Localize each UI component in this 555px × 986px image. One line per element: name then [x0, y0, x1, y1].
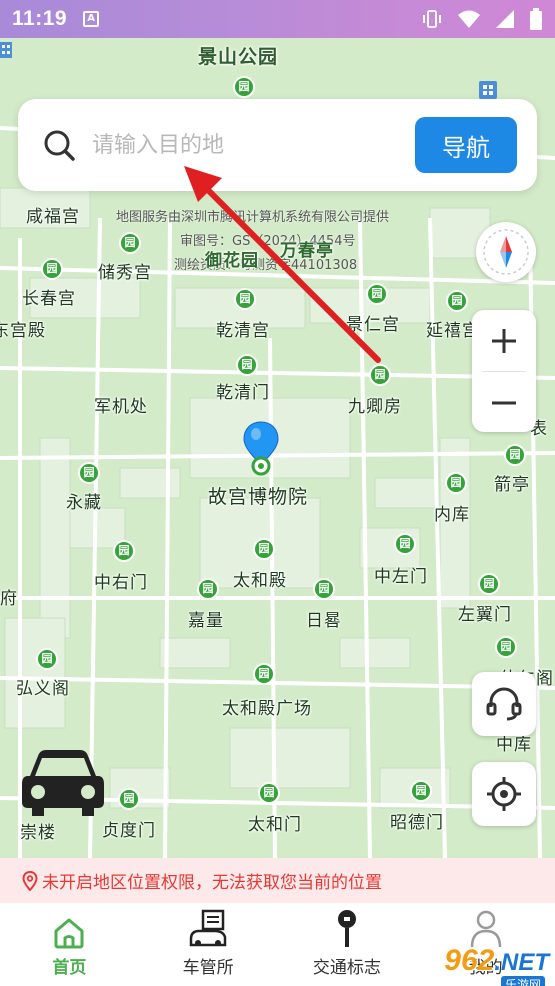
- poi-fu[interactable]: 府: [0, 584, 18, 609]
- location-pin-icon: [243, 421, 279, 476]
- park-icon: 园: [234, 288, 256, 310]
- destination-input[interactable]: [92, 132, 392, 158]
- search-icon: [44, 130, 75, 161]
- park-icon: 园: [253, 538, 275, 560]
- headset-icon: [486, 687, 522, 721]
- map-building-icon: [479, 81, 497, 99]
- status-icons: [421, 8, 543, 30]
- site-watermark: 962.NET 乐游网: [444, 944, 549, 986]
- locate-me-button[interactable]: [472, 762, 536, 826]
- park-icon: 园: [504, 444, 526, 466]
- poi-rigui[interactable]: 日晷: [306, 606, 342, 631]
- poi-hongyi[interactable]: 弘义阁: [16, 674, 70, 699]
- poi-junji[interactable]: 军机处: [94, 392, 148, 417]
- park-icon: 园: [253, 663, 275, 685]
- crosshair-icon: [487, 777, 521, 811]
- park-icon: 园: [446, 290, 468, 312]
- compass-button[interactable]: [476, 222, 536, 282]
- park-icon: 园: [36, 648, 58, 670]
- map-copyright-1: 地图服务由深圳市腾讯计算机系统有限公司提供: [116, 210, 390, 225]
- poi-zuoyi[interactable]: 左翼门: [458, 600, 512, 625]
- poi-qianqing-gong[interactable]: 乾清宫: [216, 316, 270, 341]
- poi-zhongzuo[interactable]: 中左门: [374, 562, 428, 587]
- watermark-suffix: .NET: [494, 949, 549, 976]
- user-icon: [470, 910, 501, 948]
- tab-traffic-signs[interactable]: 交通标志: [278, 903, 417, 986]
- poi-yongzang[interactable]: 永藏: [66, 488, 102, 513]
- zoom-control: [472, 310, 536, 432]
- wifi-icon: [458, 10, 480, 28]
- park-icon: 园: [478, 573, 500, 595]
- poi-zhongyou[interactable]: 中右门: [94, 568, 148, 593]
- park-icon: 园: [445, 472, 467, 494]
- poi-qianqing-men[interactable]: 乾清门: [216, 378, 270, 403]
- poi-chuxiu[interactable]: 储秀宫: [98, 258, 152, 283]
- park-icon: 园: [233, 76, 255, 98]
- watermark-sub: 乐游网: [500, 976, 545, 986]
- status-bar: 11:19 A: [0, 0, 555, 38]
- park-icon: 园: [366, 283, 388, 305]
- park-icon: 园: [236, 354, 258, 376]
- tab-vehicle-office-label: 车管所: [182, 958, 234, 978]
- customer-service-button[interactable]: [472, 672, 536, 736]
- battery-icon: [530, 8, 542, 30]
- warning-text: 未开启地区位置权限，无法获取您当前的位置: [42, 873, 382, 893]
- watermark-number: 962: [444, 944, 495, 977]
- vehicle-office-icon: [189, 909, 227, 947]
- park-icon: 园: [119, 232, 141, 254]
- park-icon: 园: [313, 578, 335, 600]
- location-pin-outline-icon: [22, 870, 38, 891]
- poi-taihe-guangchang[interactable]: 太和殿广场: [222, 694, 312, 719]
- park-icon: 园: [410, 780, 432, 802]
- plus-icon: [492, 328, 516, 353]
- poi-zhaode[interactable]: 昭德门: [390, 808, 444, 833]
- park-icon: 园: [78, 462, 100, 484]
- tab-home-label: 首页: [52, 958, 87, 978]
- poi-jialiang[interactable]: 嘉量: [188, 606, 224, 631]
- status-time: 11:19: [12, 7, 68, 30]
- poi-jingren[interactable]: 景仁宫: [346, 310, 400, 335]
- compass-icon: [483, 229, 529, 275]
- park-icon: 园: [118, 788, 140, 810]
- poi-chonglou[interactable]: 崇楼: [20, 818, 56, 843]
- navigate-button[interactable]: 导航: [415, 117, 517, 173]
- park-icon: 园: [495, 636, 517, 658]
- poi-taihe-dian[interactable]: 太和殿: [233, 566, 287, 591]
- vibrate-icon: [423, 10, 441, 28]
- poi-zhendu[interactable]: 贞度门: [102, 816, 156, 841]
- location-permission-warning[interactable]: 未开启地区位置权限，无法获取您当前的位置: [0, 858, 555, 903]
- poi-dongdian[interactable]: 东宫殿: [0, 316, 46, 341]
- tab-home[interactable]: 首页: [0, 903, 139, 986]
- home-icon: [54, 918, 84, 949]
- poi-jiuqing[interactable]: 九卿房: [348, 392, 402, 417]
- notification-a-icon: A: [83, 11, 100, 27]
- poi-gugong[interactable]: 故宫博物院: [208, 482, 308, 509]
- park-icon: 园: [258, 782, 280, 804]
- tab-vehicle-office[interactable]: 车管所: [139, 903, 278, 986]
- poi-jingshan[interactable]: 景山公园: [198, 42, 278, 69]
- poi-jianting[interactable]: 箭亭: [494, 470, 530, 495]
- search-bar[interactable]: 导航: [18, 99, 537, 191]
- traffic-sign-icon: [337, 910, 356, 947]
- minus-icon: [492, 401, 516, 404]
- poi-yuhua[interactable]: 御花园: [205, 246, 259, 271]
- poi-taihe-men[interactable]: 太和门: [248, 810, 302, 835]
- poi-wanchun[interactable]: 万春亭: [280, 236, 334, 261]
- park-icon: 园: [113, 540, 135, 562]
- park-icon: 园: [41, 258, 63, 280]
- zoom-out-button[interactable]: [472, 372, 536, 433]
- signal-icon: [496, 10, 514, 28]
- park-icon: 园: [197, 578, 219, 600]
- car-icon[interactable]: [18, 740, 108, 820]
- poi-neiku[interactable]: 内库: [434, 500, 470, 525]
- tab-traffic-signs-label: 交通标志: [312, 958, 381, 978]
- park-icon: 园: [369, 364, 391, 386]
- zoom-in-button[interactable]: [472, 310, 536, 371]
- poi-xianfu[interactable]: 咸福宫: [26, 202, 80, 227]
- poi-changchun[interactable]: 长春宫: [22, 284, 76, 309]
- map-building-icon: [0, 42, 12, 58]
- park-icon: 园: [394, 533, 416, 555]
